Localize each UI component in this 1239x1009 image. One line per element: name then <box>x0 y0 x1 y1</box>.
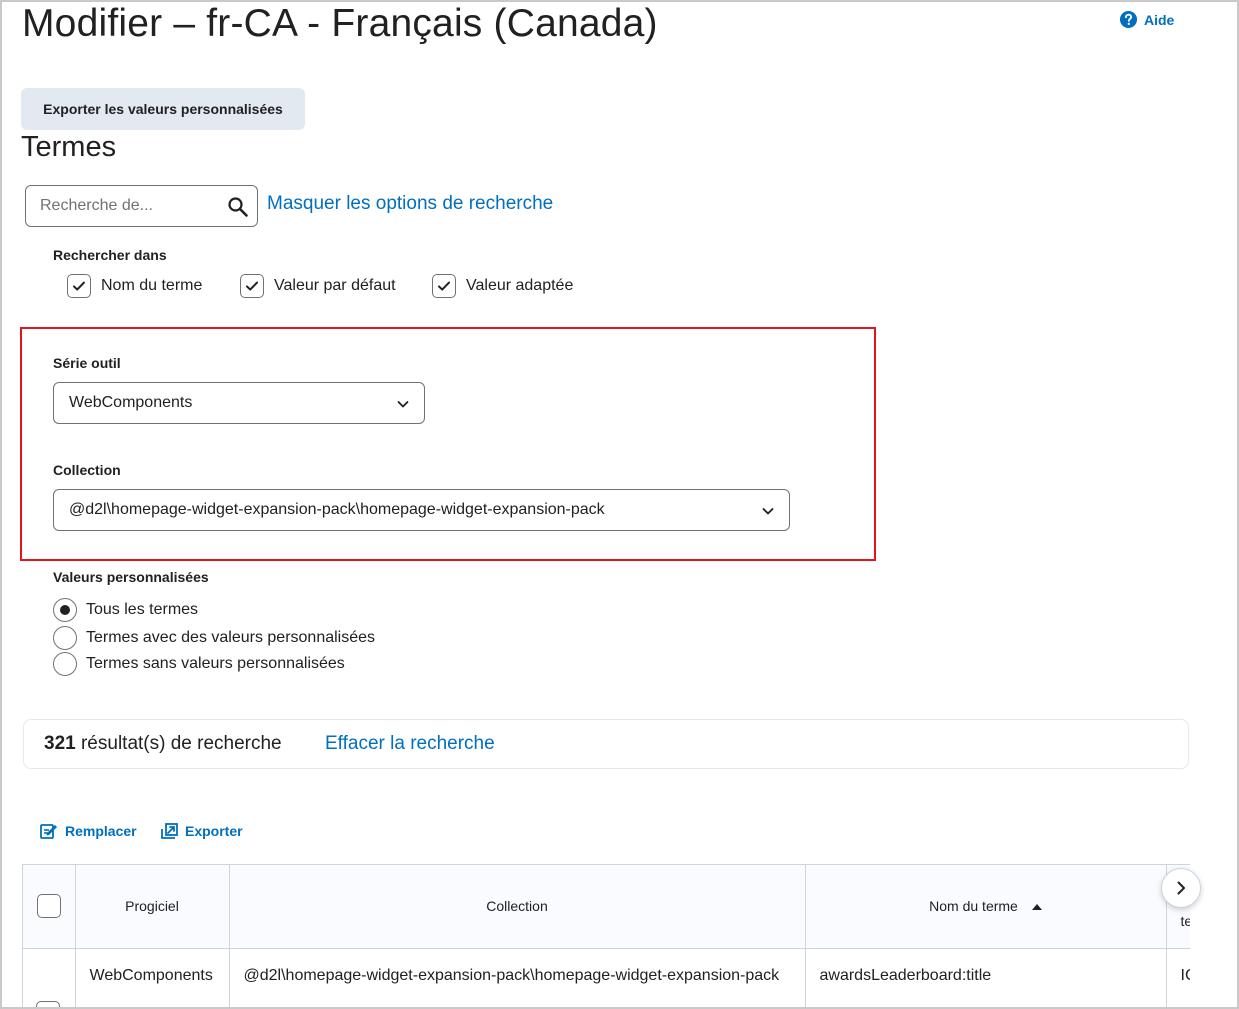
custom-values-label: Valeurs personnalisées <box>53 569 209 585</box>
terms-table: Progiciel Collection Nom du terme te Web… <box>22 864 1190 1009</box>
radio-terms-with-custom[interactable]: Termes avec des valeurs personnalisées <box>53 626 375 650</box>
checkbox-label: Nom du terme <box>101 277 203 294</box>
cell-truncated: IC <box>1166 948 1190 1009</box>
check-icon <box>73 281 85 291</box>
checkbox-default-value[interactable]: Valeur par défaut <box>240 274 396 298</box>
clear-search-link[interactable]: Effacer la recherche <box>325 733 495 755</box>
export-custom-values-button[interactable]: Exporter les valeurs personnalisées <box>21 88 305 130</box>
checkbox-label: Valeur par défaut <box>274 277 396 294</box>
export-label: Exporter <box>185 823 243 839</box>
checkbox-label: Valeur adaptée <box>466 277 574 294</box>
results-count-suffix: résultat(s) de recherche <box>75 733 282 754</box>
search-box <box>25 185 258 227</box>
collection-select[interactable]: @d2l\homepage-widget-expansion-pack\home… <box>53 489 790 531</box>
row-select-cell <box>23 948 76 1009</box>
replace-button[interactable]: Remplacer <box>39 821 137 841</box>
terms-section-title: Termes <box>21 131 117 163</box>
select-all-checkbox[interactable] <box>36 894 61 919</box>
tool-series-select[interactable]: WebComponents <box>53 382 425 424</box>
column-header-term-name[interactable]: Nom du terme <box>805 865 1167 949</box>
replace-icon <box>40 824 57 839</box>
search-results-bar: 321 résultat(s) de recherche Effacer la … <box>23 719 1189 769</box>
sort-ascending-icon <box>1031 903 1042 910</box>
radio-terms-without-custom[interactable]: Termes sans valeurs personnalisées <box>53 652 345 676</box>
replace-label: Remplacer <box>65 823 137 839</box>
radio-label: Termes sans valeurs personnalisées <box>86 655 345 672</box>
results-count: 321 résultat(s) de recherche <box>44 733 282 755</box>
tool-series-label: Série outil <box>53 355 121 371</box>
column-header-package[interactable]: Progiciel <box>75 865 230 949</box>
table-row: WebComponents @d2l\homepage-widget-expan… <box>23 948 1190 1009</box>
radio-selected-dot <box>60 605 70 615</box>
radio-label: Termes avec des valeurs personnalisées <box>86 629 376 646</box>
cell-term-name: awardsLeaderboard:title <box>805 948 1167 1009</box>
radio-label: Tous les termes <box>86 601 199 618</box>
row-checkbox[interactable] <box>36 1000 60 1009</box>
chevron-down-icon <box>762 508 774 515</box>
search-input[interactable] <box>40 196 225 216</box>
radio-button[interactable] <box>53 652 77 676</box>
cell-collection: @d2l\homepage-widget-expansion-pack\home… <box>229 948 806 1009</box>
checkbox-adapted-value[interactable]: Valeur adaptée <box>432 274 573 298</box>
chevron-down-icon <box>397 401 409 408</box>
select-all-cell <box>23 865 76 949</box>
search-icon[interactable] <box>227 196 249 218</box>
export-button[interactable]: Exporter <box>159 821 243 841</box>
cell-package: WebComponents <box>75 948 230 1009</box>
radio-all-terms[interactable]: Tous les termes <box>53 598 198 622</box>
search-in-label: Rechercher dans <box>53 247 167 263</box>
radio-button[interactable] <box>53 598 77 622</box>
radio-button[interactable] <box>53 626 77 650</box>
collection-label: Collection <box>53 462 121 478</box>
checkbox[interactable] <box>240 274 264 298</box>
help-label: Aide <box>1144 11 1175 28</box>
collection-value: @d2l\homepage-widget-expansion-pack\home… <box>69 501 605 518</box>
help-link[interactable]: Aide <box>1119 10 1174 29</box>
results-count-number: 321 <box>44 733 76 754</box>
column-header-collection[interactable]: Collection <box>229 865 806 949</box>
checkbox[interactable] <box>67 274 91 298</box>
scroll-right-button[interactable] <box>1161 868 1201 908</box>
hide-search-options-link[interactable]: Masquer les options de recherche <box>267 193 553 215</box>
check-icon <box>438 281 450 291</box>
table-header-row: Progiciel Collection Nom du terme te <box>23 865 1190 949</box>
check-icon <box>246 281 258 291</box>
checkbox[interactable] <box>432 274 456 298</box>
help-icon <box>1119 10 1138 29</box>
tool-series-value: WebComponents <box>69 394 193 411</box>
export-icon <box>161 823 178 839</box>
chevron-right-icon <box>1177 881 1185 895</box>
term-name-header-label: Nom du terme <box>929 898 1018 915</box>
checkbox-term-name[interactable]: Nom du terme <box>67 274 202 298</box>
page-title: Modifier – fr-CA - Français (Canada) <box>22 2 658 45</box>
